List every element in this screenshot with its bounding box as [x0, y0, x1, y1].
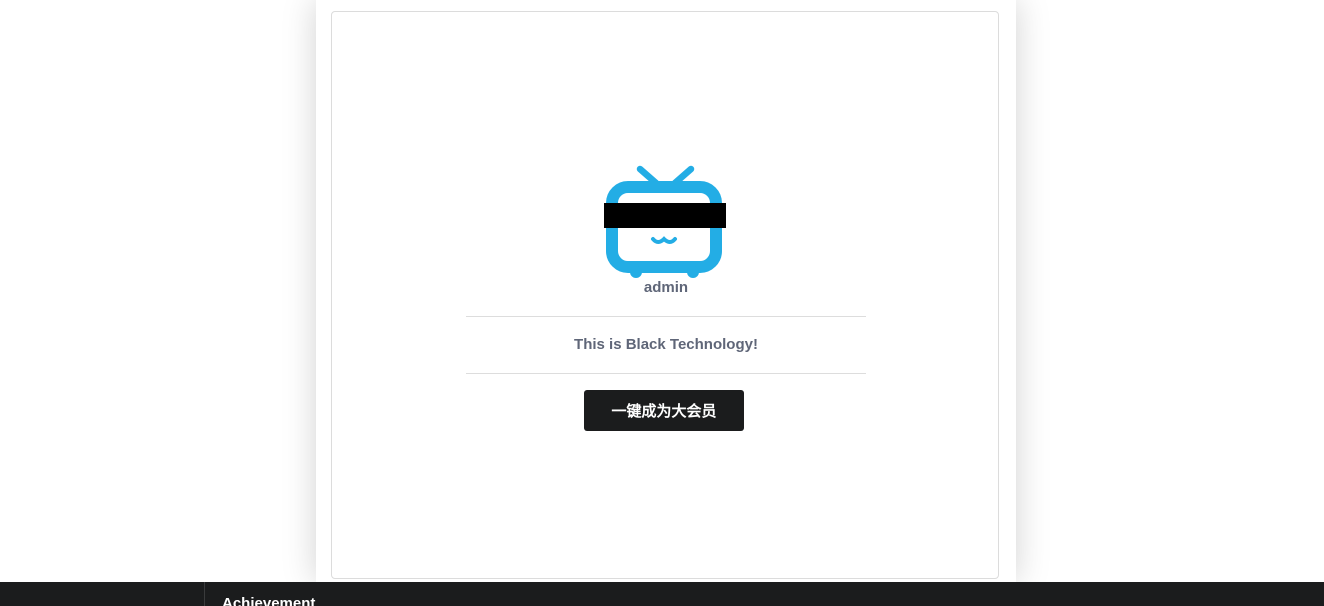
- divider: [466, 316, 866, 317]
- tagline: This is Black Technology!: [574, 336, 758, 353]
- footer: Achievement: [0, 582, 1324, 606]
- username: admin: [643, 279, 689, 296]
- footer-divider: [204, 582, 205, 606]
- footer-heading: Achievement: [222, 595, 316, 606]
- profile-card: admin This is Black Technology! 一键成为大会员: [331, 11, 999, 579]
- become-vip-button[interactable]: 一键成为大会员: [584, 390, 744, 431]
- censor-bar: [604, 203, 726, 228]
- page: admin This is Black Technology! 一键成为大会员 …: [0, 0, 1324, 606]
- avatar: [604, 165, 726, 278]
- content-panel: admin This is Black Technology! 一键成为大会员: [316, 0, 1016, 582]
- divider: [466, 373, 866, 374]
